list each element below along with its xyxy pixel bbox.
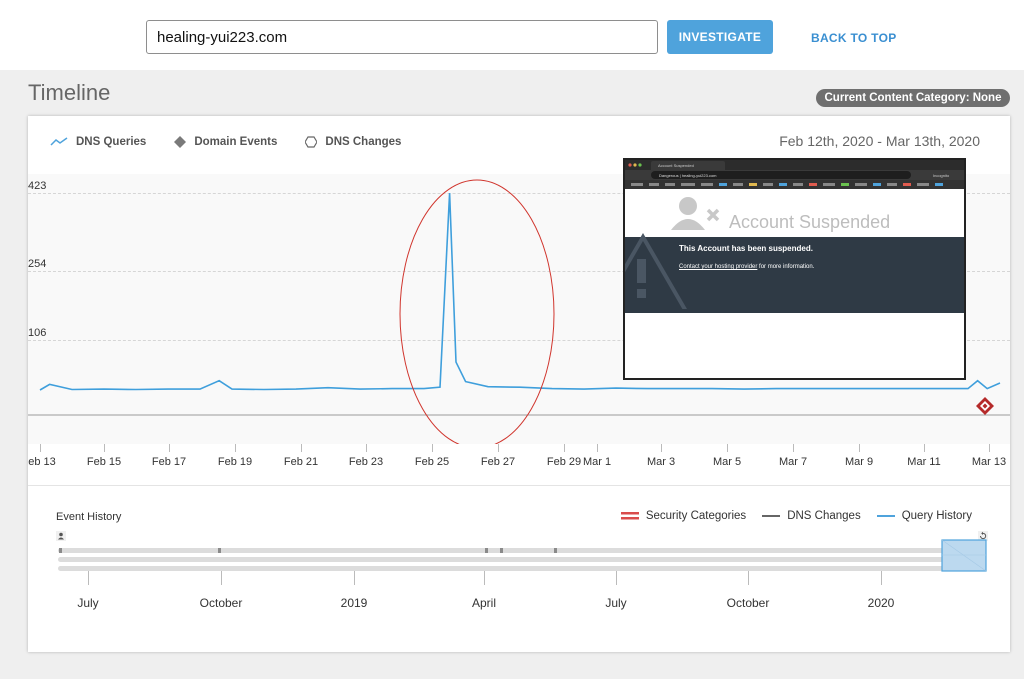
date-range: Feb 12th, 2020 - Mar 13th, 2020 bbox=[779, 133, 980, 149]
x-tick-mark bbox=[597, 444, 598, 452]
contact-hosting-link[interactable]: Contact your hosting provider bbox=[679, 264, 757, 270]
legend-dns-queries[interactable]: DNS Queries bbox=[50, 136, 146, 148]
x-tick-label: Feb 21 bbox=[283, 456, 319, 468]
event-axis-tick-mark bbox=[881, 571, 882, 585]
url-host: Dangerous | healing-yui223.com bbox=[659, 173, 717, 178]
x-tick-label: Feb 27 bbox=[480, 456, 516, 468]
browser-tab-title: Account Suspended bbox=[658, 163, 694, 168]
x-tick-label: Mar 5 bbox=[712, 456, 742, 468]
x-tick-label: Mar 13 bbox=[971, 456, 1007, 468]
timeline-legend: DNS Queries Domain Events DNS Changes bbox=[50, 134, 429, 150]
x-tick-mark bbox=[498, 444, 499, 452]
domain-search-input[interactable] bbox=[146, 20, 658, 54]
divider bbox=[28, 485, 1010, 486]
x-tick-label: Feb 23 bbox=[348, 456, 384, 468]
legend-dns-queries-label: DNS Queries bbox=[76, 136, 147, 148]
x-tick-mark bbox=[661, 444, 662, 452]
x-tick-mark bbox=[104, 444, 105, 452]
x-tick-label: Mar 3 bbox=[646, 456, 676, 468]
x-tick-label: eb 13 bbox=[28, 456, 56, 468]
x-tick-mark bbox=[301, 444, 302, 452]
x-tick-label: Feb 25 bbox=[414, 456, 450, 468]
legend-dns-changes[interactable]: DNS Changes bbox=[305, 136, 401, 148]
event-axis-tick-mark bbox=[616, 571, 617, 585]
x-tick-label: Feb 19 bbox=[217, 456, 253, 468]
event-axis-tick-mark bbox=[221, 571, 222, 585]
event-axis-tick-label: October bbox=[726, 596, 770, 610]
x-tick-mark bbox=[859, 444, 860, 452]
browser-tab-bar: Account Suspended bbox=[625, 160, 964, 170]
event-axis-tick-mark bbox=[354, 571, 355, 585]
x-tick-label: Mar 9 bbox=[844, 456, 874, 468]
event-axis-tick-mark bbox=[88, 571, 89, 585]
x-tick-label: Mar 1 bbox=[582, 456, 612, 468]
event-axis-tick-label: July bbox=[605, 596, 627, 610]
spike-annotation-ellipse bbox=[399, 179, 555, 444]
incognito-label: Incognito bbox=[933, 173, 950, 178]
legend-dns-changes-label: DNS Changes bbox=[325, 136, 402, 148]
suspended-headline: Account Suspended bbox=[729, 212, 891, 232]
suspended-message: This Account has been suspended. bbox=[679, 244, 813, 253]
x-tick-mark bbox=[564, 444, 565, 452]
x-tick-mark bbox=[793, 444, 794, 452]
suspended-contact-text: Contact your hosting provider for more i… bbox=[679, 264, 814, 270]
event-axis-tick-mark bbox=[748, 571, 749, 585]
content-category-badge: Current Content Category: None bbox=[816, 89, 1010, 107]
event-axis-tick-label: October bbox=[199, 596, 243, 610]
contact-suffix: for more information. bbox=[757, 264, 815, 270]
bookmarks-bar bbox=[625, 180, 964, 189]
event-history-panel: Event History Security Categories DNS Ch… bbox=[28, 493, 1010, 652]
top-bar: INVESTIGATE BACK TO TOP bbox=[0, 0, 1024, 70]
x-tick-label: Feb 29 bbox=[546, 456, 582, 468]
bookmark-icons bbox=[631, 183, 943, 186]
user-icon[interactable] bbox=[56, 531, 66, 541]
x-tick-label: Mar 7 bbox=[778, 456, 808, 468]
x-axis: eb 13 Feb 15 Feb 17 Feb 19 Feb 21 Feb 23 Feb 2… bbox=[28, 444, 1010, 484]
x-tick-mark bbox=[235, 444, 236, 452]
browser-url-bar: Dangerous | healing-yui223.com Incognito bbox=[625, 170, 964, 180]
legend-domain-events[interactable]: Domain Events bbox=[174, 136, 277, 148]
page-title: Timeline bbox=[28, 80, 111, 105]
suspended-page-screenshot: Account Suspended Dangerous | healing-yu… bbox=[623, 158, 966, 380]
x-tick-label: Mar 11 bbox=[907, 456, 941, 468]
x-tick-mark bbox=[989, 444, 990, 452]
investigate-button[interactable]: INVESTIGATE bbox=[667, 20, 773, 54]
event-axis-tick-label: 2019 bbox=[340, 596, 368, 610]
x-tick-mark bbox=[169, 444, 170, 452]
x-tick-mark bbox=[366, 444, 367, 452]
event-axis-tick-label: July bbox=[77, 596, 99, 610]
x-tick-label: Feb 15 bbox=[86, 456, 122, 468]
x-tick-mark bbox=[40, 444, 41, 452]
line-chart-icon bbox=[50, 137, 68, 146]
diamond-icon bbox=[174, 136, 187, 148]
back-to-top-link[interactable]: BACK TO TOP bbox=[811, 31, 897, 45]
x-tick-mark bbox=[924, 444, 925, 452]
dns-change-marker[interactable] bbox=[976, 397, 994, 415]
legend-domain-events-label: Domain Events bbox=[194, 136, 278, 148]
event-axis-tick-label: 2020 bbox=[867, 596, 895, 610]
hexagon-icon bbox=[305, 136, 318, 148]
event-axis-tick-label: April bbox=[471, 596, 497, 610]
x-tick-mark bbox=[432, 444, 433, 452]
x-tick-mark bbox=[727, 444, 728, 452]
event-history-track bbox=[56, 531, 988, 572]
event-axis-tick-mark bbox=[484, 571, 485, 585]
x-tick-label: Feb 17 bbox=[151, 456, 187, 468]
window-controls-icon bbox=[628, 163, 642, 167]
